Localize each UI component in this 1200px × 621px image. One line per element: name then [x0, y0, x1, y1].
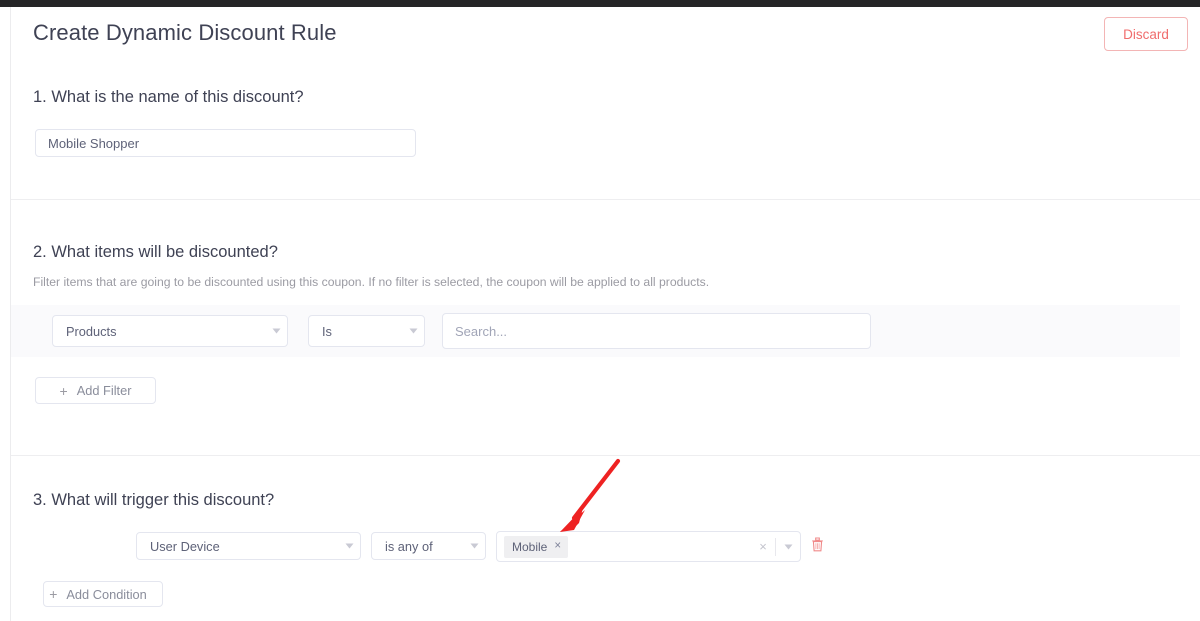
section-3-question: 3. What will trigger this discount? — [33, 491, 275, 509]
page-title: Create Dynamic Discount Rule — [33, 20, 337, 45]
plus-icon: + — [49, 586, 58, 602]
condition-subject-value: User Device — [150, 538, 220, 554]
chevron-down-icon — [265, 328, 287, 334]
filter-search-input[interactable] — [442, 313, 871, 349]
condition-value-multiselect[interactable]: Mobile × × — [496, 531, 801, 562]
filter-subject-value: Products — [66, 323, 117, 339]
section-2-help-text: Filter items that are going to be discou… — [33, 275, 710, 289]
chevron-down-icon[interactable] — [776, 544, 800, 550]
chevron-down-icon — [338, 543, 360, 549]
clear-all-icon[interactable]: × — [751, 539, 775, 554]
app-root: Create Dynamic Discount Rule Discard 1. … — [0, 0, 1200, 621]
delete-condition-button[interactable] — [806, 534, 828, 558]
tag-remove-icon[interactable]: × — [554, 540, 561, 553]
filter-operator-value: Is — [322, 323, 332, 339]
discount-name-input[interactable] — [35, 129, 416, 157]
section-1-question: 1. What is the name of this discount? — [33, 88, 304, 106]
plus-icon: + — [59, 382, 68, 399]
add-condition-button[interactable]: + Add Condition — [43, 581, 163, 607]
condition-subject-select[interactable]: User Device — [136, 532, 361, 560]
trash-icon — [811, 537, 824, 555]
tag-label: Mobile — [512, 539, 548, 554]
divider-section-1-2 — [11, 199, 1200, 200]
chevron-down-icon — [402, 328, 424, 334]
condition-operator-select[interactable]: is any of — [371, 532, 486, 560]
filter-subject-select[interactable]: Products — [52, 315, 288, 347]
add-filter-button[interactable]: + Add Filter — [35, 377, 156, 404]
selected-tag-mobile[interactable]: Mobile × — [504, 535, 569, 558]
discard-button[interactable]: Discard — [1104, 17, 1188, 51]
add-filter-label: Add Filter — [76, 383, 132, 398]
condition-operator-value: is any of — [385, 538, 433, 554]
filter-operator-select[interactable]: Is — [308, 315, 425, 347]
add-condition-label: Add Condition — [66, 586, 147, 602]
annotation-arrow — [560, 458, 621, 532]
chevron-down-icon — [463, 543, 485, 549]
section-2-question: 2. What items will be discounted? — [33, 243, 278, 261]
browser-chrome-bar — [0, 0, 1200, 7]
divider-section-2-3 — [11, 455, 1200, 456]
